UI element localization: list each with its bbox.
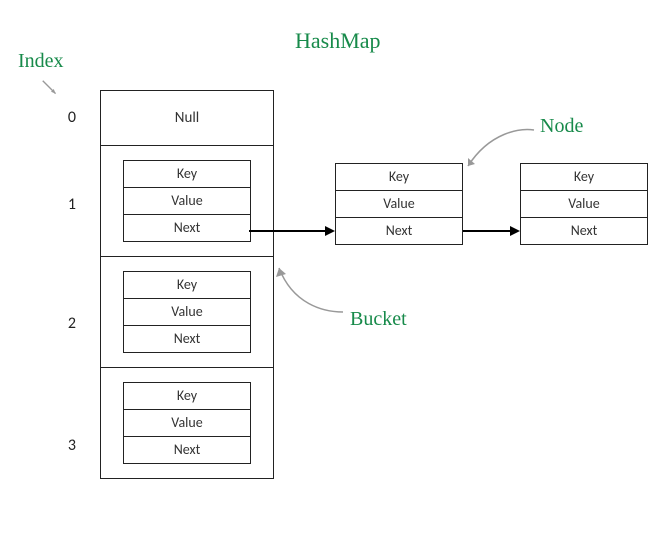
node-value: Value [336,191,462,218]
node-key: Key [124,161,250,188]
node-key: Key [521,164,647,191]
next-arrow-icon [463,224,520,238]
index-number-0: 0 [56,108,76,127]
node-box: Key Value Next [123,382,251,464]
node-value: Value [124,410,250,437]
bucket-slot-3: Key Value Next [101,368,273,478]
node-key: Key [124,272,250,299]
chain-node-1-2: Key Value Next [335,163,463,245]
node-next: Next [336,218,462,244]
node-next: Next [124,215,250,241]
node-box: Key Value Next [123,271,251,353]
node-value: Value [124,188,250,215]
chain-node-1-3: Key Value Next [520,163,648,245]
node-next: Next [124,326,250,352]
index-arrow-icon [40,78,62,100]
index-number-3: 3 [56,436,76,455]
node-box: Key Value Next [123,160,251,242]
node-label: Node [540,115,583,138]
node-box: Key Value Next [335,163,463,245]
bucket-slot-2: Key Value Next [101,257,273,368]
bucket-array: Null Key Value Next Key Value Next Key V… [100,90,274,479]
bucket-arrow-icon [273,260,353,320]
null-text: Null [175,109,199,127]
index-number-2: 2 [56,314,76,333]
hashmap-diagram: HashMap Index Node Bucket 0 1 2 3 Null K… [0,0,660,545]
bucket-label: Bucket [350,308,407,331]
node-box: Key Value Next [520,163,648,245]
bucket-slot-1: Key Value Next [101,146,273,257]
node-key: Key [336,164,462,191]
node-value: Value [521,191,647,218]
node-value: Value [124,299,250,326]
next-arrow-icon [249,224,335,238]
index-number-1: 1 [56,195,76,214]
bucket-slot-0: Null [101,91,273,146]
diagram-title: HashMap [295,28,381,54]
node-key: Key [124,383,250,410]
node-next: Next [521,218,647,244]
node-next: Next [124,437,250,463]
index-label: Index [18,50,64,73]
